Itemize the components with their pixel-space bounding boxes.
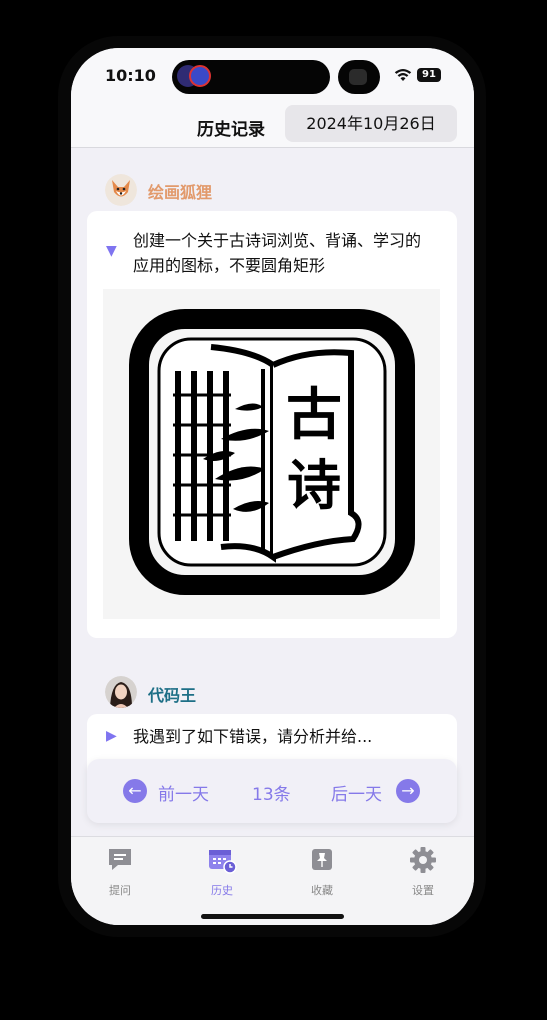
message-card[interactable]: ▼ 创建一个关于古诗词浏览、背诵、学习的应用的图标，不要圆角矩形 古 诗 xyxy=(87,211,457,638)
gear-icon xyxy=(410,847,436,873)
generated-image[interactable]: 古 诗 xyxy=(103,289,440,619)
wifi-icon xyxy=(394,68,412,81)
tab-label: 提问 xyxy=(109,884,131,897)
expand-caret-icon[interactable]: ▶ xyxy=(106,728,117,744)
tab-label: 收藏 xyxy=(311,884,333,897)
prev-day-button[interactable]: 前一天 xyxy=(158,780,209,805)
camera-cutout xyxy=(338,60,380,94)
home-indicator xyxy=(201,914,344,919)
prompt-text: 创建一个关于古诗词浏览、背诵、学习的应用的图标，不要圆角矩形 xyxy=(133,231,422,275)
calendar-clock-icon xyxy=(209,850,237,874)
next-day-button[interactable]: 后一天 xyxy=(331,780,382,805)
date-selector[interactable]: 2024年10月26日 xyxy=(285,105,457,142)
page-title: 历史记录 xyxy=(197,120,265,140)
day-pager: ← 前一天 13条 后一天 → xyxy=(87,759,457,823)
image-glyph: 古 xyxy=(286,383,342,448)
status-time: 10:10 xyxy=(105,66,156,85)
author-name: 代码王 xyxy=(148,686,197,705)
tab-favorites[interactable]: 收藏 xyxy=(292,846,352,898)
recording-indicator-icon xyxy=(189,65,211,87)
tab-ask[interactable]: 提问 xyxy=(90,846,150,898)
tab-label: 历史 xyxy=(211,884,233,897)
dynamic-island xyxy=(172,60,330,94)
tab-label: 设置 xyxy=(412,884,434,897)
tab-history[interactable]: 历史 xyxy=(192,846,252,898)
collapse-caret-icon[interactable]: ▼ xyxy=(106,243,117,259)
top-header: 10:10 91 历史记录 2024年10月26日 xyxy=(71,48,474,148)
fox-avatar xyxy=(105,174,137,206)
app-screen: 10:10 91 历史记录 2024年10月26日 绘画狐狸 ▼ 创建一个关于古… xyxy=(71,48,474,925)
record-count: 13条 xyxy=(252,785,291,805)
pin-icon xyxy=(312,849,332,870)
battery-indicator: 91 xyxy=(417,68,441,82)
author-name: 绘画狐狸 xyxy=(148,183,213,202)
tab-bar: 提问 历史 收藏 设置 xyxy=(71,836,474,925)
image-glyph: 诗 xyxy=(287,454,341,517)
chat-icon xyxy=(109,849,131,870)
user-avatar xyxy=(105,676,137,708)
arrow-left-icon[interactable]: ← xyxy=(123,779,147,803)
tab-settings[interactable]: 设置 xyxy=(393,846,453,898)
arrow-right-icon[interactable]: → xyxy=(396,779,420,803)
prompt-text: 我遇到了如下错误，请分析并给... xyxy=(133,727,373,746)
